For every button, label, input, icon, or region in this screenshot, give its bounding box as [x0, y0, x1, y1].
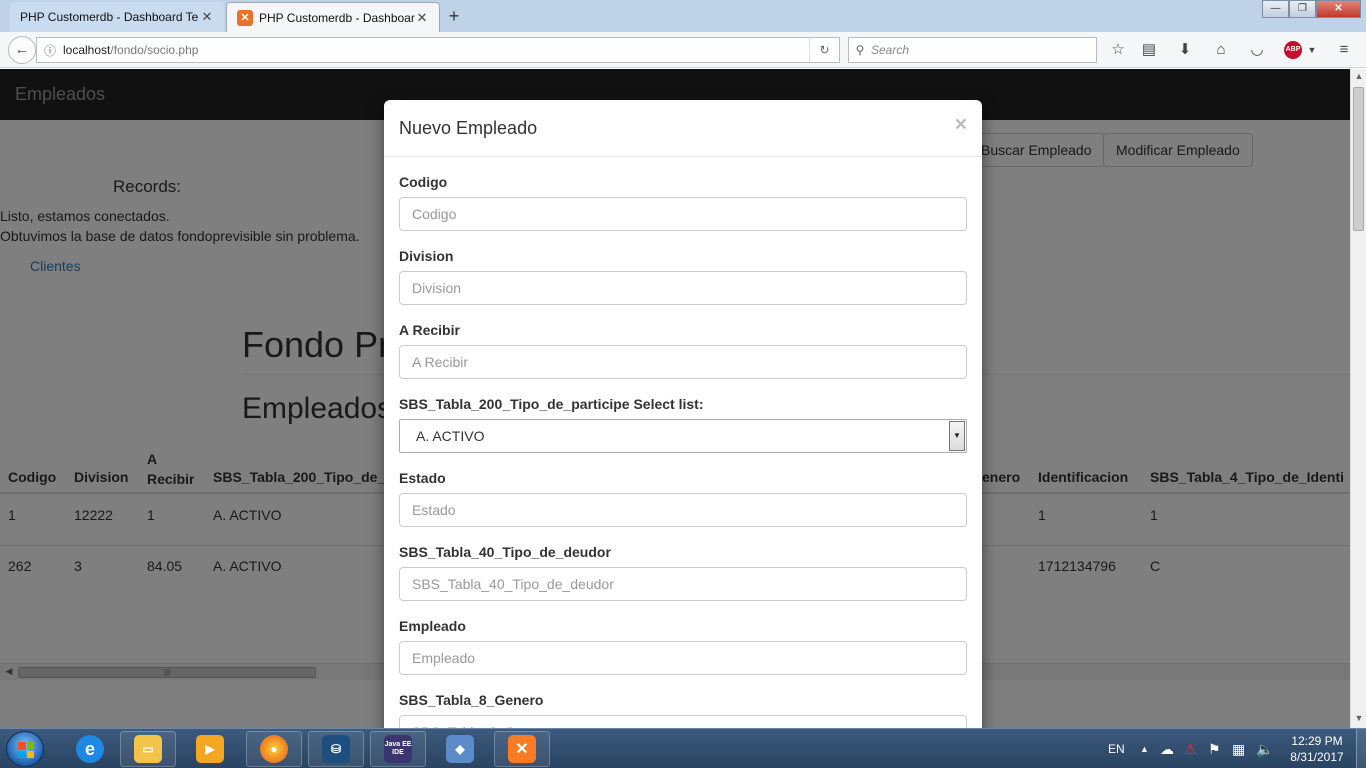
url-bar[interactable]: ⓘ localhost/fondo/socio.php ↻	[36, 37, 840, 63]
tab-active[interactable]: ✕ PHP Customerdb - Dashboard ✕	[226, 2, 440, 32]
select-value: A. ACTIVO	[416, 428, 485, 444]
tipo-deudor-input[interactable]	[399, 567, 967, 601]
empleado-label: Empleado	[399, 618, 466, 634]
close-window-button[interactable]: ✕	[1316, 0, 1361, 18]
browser-navbar: ← ⓘ localhost/fondo/socio.php ↻ ⚲ Search…	[0, 32, 1366, 68]
file-explorer-icon[interactable]: ▭	[120, 731, 176, 767]
clock-time: 12:29 PM	[1291, 734, 1343, 748]
windows-logo-icon	[18, 742, 34, 758]
url-text: localhost/fondo/socio.php	[63, 43, 199, 57]
bookmark-star-icon[interactable]: ☆	[1106, 38, 1130, 62]
virtualbox-icon[interactable]: ◆	[432, 731, 488, 767]
show-desktop-button[interactable]	[1356, 729, 1366, 768]
chevron-down-icon[interactable]: ▼	[949, 421, 965, 451]
java-ee-ide-icon[interactable]: Java EE IDE	[370, 731, 426, 767]
modal-header: Nuevo Empleado ×	[384, 100, 982, 157]
taskbar-clock[interactable]: 12:29 PM 8/31/2017	[1282, 733, 1352, 765]
genero-input[interactable]	[399, 715, 967, 728]
modal-title: Nuevo Empleado	[399, 118, 538, 138]
genero-label: SBS_Tabla_8_Genero	[399, 692, 544, 708]
menu-icon[interactable]: ≡	[1332, 38, 1356, 62]
internet-explorer-icon[interactable]: e	[62, 731, 118, 767]
browser-titlebar: PHP Customerdb - Dashboard Te ✕ ✕ PHP Cu…	[0, 0, 1366, 32]
modal-close-icon[interactable]: ×	[955, 113, 967, 137]
download-icon[interactable]: ⬇	[1173, 38, 1197, 62]
windows-taskbar: e ▭ ▶ ● ⛁ Java EE IDE ◆ ✕ EN ▲ ☁ ⚠ ⚑ ▦ 🔈…	[0, 728, 1366, 768]
window-controls: — ❐ ✕	[1262, 0, 1361, 18]
maximize-button[interactable]: ❐	[1289, 0, 1316, 18]
tipo-deudor-label: SBS_Tabla_40_Tipo_de_deudor	[399, 544, 611, 560]
empleado-input[interactable]	[399, 641, 967, 675]
tab-title: PHP Customerdb - Dashboard Te	[20, 10, 199, 24]
scroll-up-icon[interactable]: ▲	[1351, 71, 1366, 81]
xampp-icon[interactable]: ✕	[494, 731, 550, 767]
division-label: Division	[399, 248, 454, 264]
minimize-button[interactable]: —	[1262, 0, 1289, 18]
scroll-thumb[interactable]	[1353, 87, 1364, 231]
search-icon: ⚲	[855, 43, 865, 57]
tipo-participe-select[interactable]: A. ACTIVO ▼	[399, 419, 967, 453]
firefox-icon[interactable]: ●	[246, 731, 302, 767]
home-icon[interactable]: ⌂	[1209, 38, 1233, 62]
back-button[interactable]: ←	[8, 36, 36, 64]
codigo-input[interactable]	[399, 197, 967, 231]
tab-close-icon[interactable]: ✕	[200, 9, 214, 25]
language-indicator[interactable]: EN	[1108, 729, 1125, 768]
new-tab-button[interactable]: +	[444, 4, 464, 28]
pocket-icon[interactable]: ◡	[1245, 38, 1269, 62]
a-recibir-label: A Recibir	[399, 322, 460, 338]
action-center-icon[interactable]: ⚑	[1208, 729, 1221, 768]
division-input[interactable]	[399, 271, 967, 305]
network-icon[interactable]: ▦	[1232, 729, 1245, 768]
media-player-icon[interactable]: ▶	[182, 731, 238, 767]
xampp-favicon-icon: ✕	[237, 9, 253, 26]
estado-input[interactable]	[399, 493, 967, 527]
antivirus-icon[interactable]: ⚠	[1184, 729, 1197, 768]
reading-list-icon[interactable]: ▤	[1137, 38, 1161, 62]
a-recibir-input[interactable]	[399, 345, 967, 379]
scroll-down-icon[interactable]: ▼	[1351, 713, 1366, 723]
codigo-label: Codigo	[399, 174, 448, 190]
tab-inactive[interactable]: PHP Customerdb - Dashboard Te ✕	[10, 2, 224, 32]
vertical-scrollbar[interactable]: ▲ ▼	[1350, 69, 1366, 728]
page-viewport: Empleados Buscar Empleado Modificar Empl…	[0, 69, 1350, 728]
clock-date: 8/31/2017	[1290, 750, 1344, 764]
cloud-icon[interactable]: ☁	[1160, 729, 1174, 768]
search-placeholder: Search	[871, 43, 910, 57]
show-hidden-icons[interactable]: ▲	[1140, 729, 1149, 768]
new-employee-modal: Nuevo Empleado × Codigo Division A Recib…	[384, 100, 982, 728]
adblock-dropdown-icon[interactable]: ▼	[1300, 38, 1324, 62]
info-icon[interactable]: ⓘ	[37, 42, 63, 59]
reload-icon[interactable]: ↻	[809, 38, 839, 62]
tab-close-icon[interactable]: ✕	[415, 10, 429, 26]
start-button[interactable]	[6, 731, 44, 767]
tab-title: PHP Customerdb - Dashboard	[259, 10, 415, 25]
mysql-workbench-icon[interactable]: ⛁	[308, 731, 364, 767]
estado-label: Estado	[399, 470, 446, 486]
volume-icon[interactable]: 🔈	[1256, 729, 1273, 768]
tipo-participe-label: SBS_Tabla_200_Tipo_de_participe Select l…	[399, 396, 704, 412]
search-bar[interactable]: ⚲ Search	[848, 37, 1097, 63]
